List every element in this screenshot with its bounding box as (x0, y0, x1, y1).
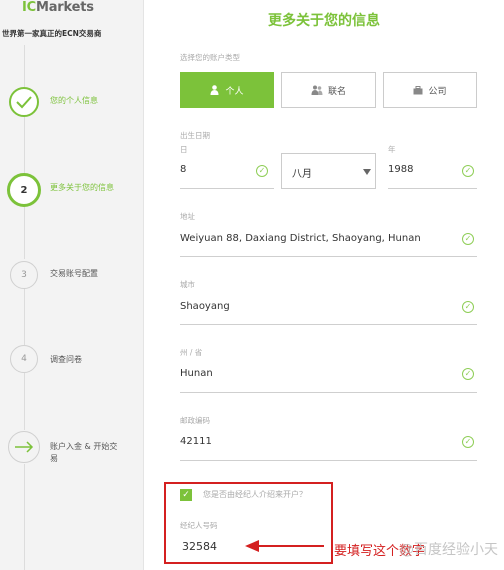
address-label: 地址 (180, 212, 195, 221)
check-icon: ✓ (462, 301, 474, 313)
sidebar: ICMarkets 世界第一家真正的ECN交易商 您的个人信息 2 更多关于您的… (0, 0, 144, 570)
chevron-down-icon (363, 169, 371, 175)
step-2-label[interactable]: 更多关于您的信息 (50, 182, 114, 194)
postcode-field[interactable]: 42111 (180, 436, 212, 447)
underline (180, 188, 274, 189)
underline (388, 188, 477, 189)
step-4-label: 调查问卷 (50, 355, 82, 364)
dob-label: 出生日期 (180, 131, 210, 140)
postcode-label: 邮政编码 (180, 416, 210, 425)
underline (180, 324, 477, 325)
underline (180, 392, 477, 393)
account-type-label: 选择您的账户类型 (180, 53, 240, 62)
city-label: 城市 (180, 280, 195, 289)
step-2-circle: 2 (7, 173, 41, 207)
dob-year-field[interactable]: 1988 (388, 164, 413, 175)
arrow-right-icon (8, 431, 40, 463)
briefcase-icon (413, 85, 423, 94)
check-icon: ✓ (462, 436, 474, 448)
underline (180, 460, 477, 461)
check-icon: ✓ (256, 165, 268, 177)
watermark: @百度经验小天 (400, 542, 498, 558)
dob-day-field[interactable]: 8 (180, 164, 186, 175)
progress-line (24, 117, 25, 173)
dob-month-select[interactable]: 八月 (281, 153, 376, 189)
address-field[interactable]: Weiyuan 88, Daxiang District, Shaoyang, … (180, 233, 421, 244)
progress-line (24, 464, 25, 570)
check-icon: ✓ (462, 165, 474, 177)
underline (180, 256, 477, 257)
step-3-circle: 3 (10, 261, 38, 289)
account-type-individual-button[interactable]: 个人 (180, 72, 274, 108)
annotation-arrow-icon (245, 540, 324, 552)
account-type-joint-button[interactable]: 联名 (281, 72, 376, 108)
step-5-label: 账户入金 & 开始交 易 (50, 442, 118, 463)
step-1-label[interactable]: 您的个人信息 (50, 95, 98, 107)
progress-line (24, 287, 25, 345)
check-icon: ✓ (462, 233, 474, 245)
people-icon (311, 85, 323, 95)
check-icon: ✓ (462, 368, 474, 380)
city-field[interactable]: Shaoyang (180, 301, 230, 312)
brand-logo: ICMarkets (22, 0, 94, 15)
progress-line (24, 373, 25, 430)
progress-line (24, 207, 25, 259)
province-field[interactable]: Hunan (180, 368, 213, 379)
progress-line (24, 45, 25, 87)
dob-year-label: 年 (388, 145, 396, 154)
page-title: 更多关于您的信息 (268, 13, 380, 29)
step-1-check-icon (9, 87, 39, 117)
account-type-company-button[interactable]: 公司 (383, 72, 477, 108)
brand-tagline: 世界第一家真正的ECN交易商 (2, 29, 102, 38)
dob-day-label: 日 (180, 145, 188, 154)
sidebar-divider (143, 0, 144, 570)
province-label: 州 / 省 (180, 348, 203, 357)
person-icon (210, 85, 219, 95)
step-4-circle: 4 (10, 345, 38, 373)
step-3-label: 交易账号配置 (50, 269, 98, 278)
